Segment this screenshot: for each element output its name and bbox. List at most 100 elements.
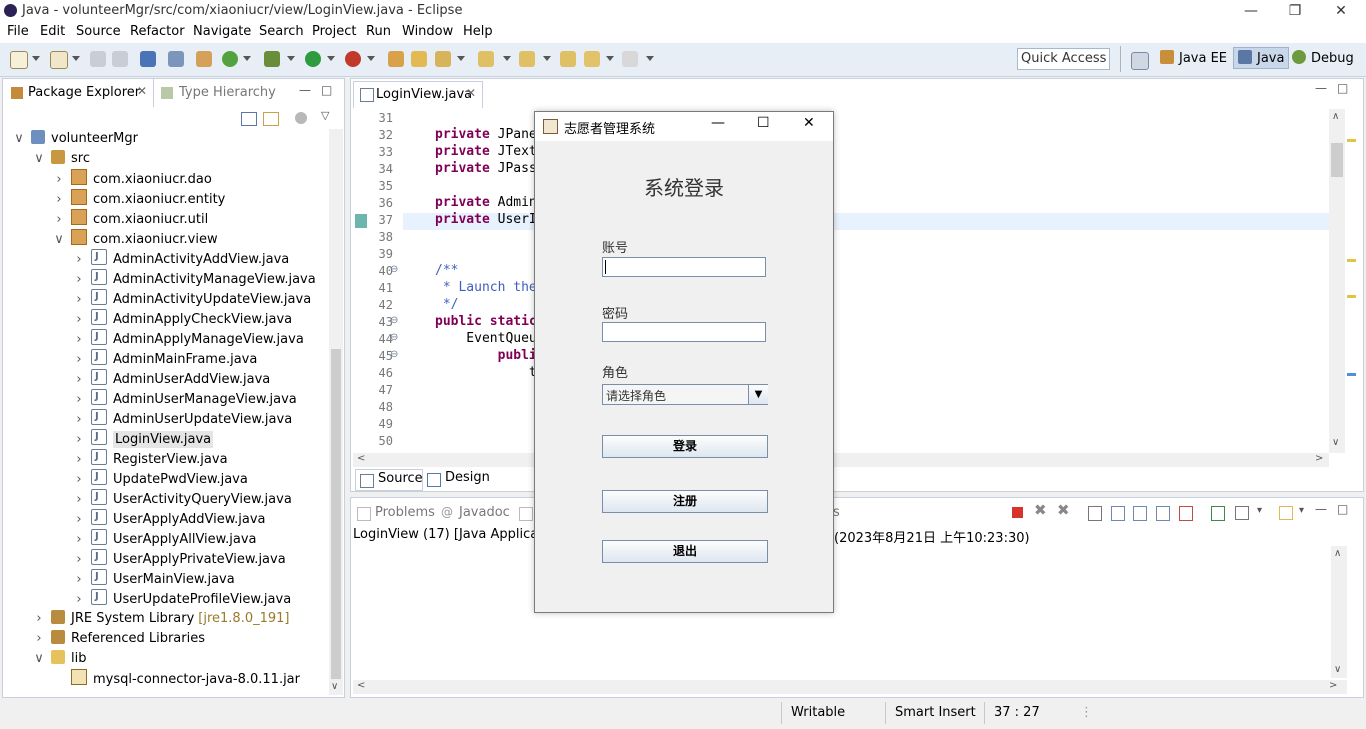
console-output[interactable]	[353, 546, 1329, 678]
editor-vscrollbar[interactable]: ∧ ∨	[1329, 109, 1345, 453]
chevron-right-icon[interactable]: ›	[73, 250, 85, 270]
editor-minimize-icon[interactable]: —	[1315, 81, 1327, 95]
perspective-java-ee[interactable]: Java EE	[1160, 50, 1227, 66]
menu-file[interactable]: File	[7, 24, 29, 39]
menu-refactor[interactable]: Refactor	[130, 24, 185, 39]
perspective-debug[interactable]: Debug	[1292, 50, 1354, 66]
tree-item[interactable]: › JRE System Library [jre1.8.0_191]	[33, 609, 289, 629]
menu-window[interactable]: Window	[402, 24, 453, 39]
scroll-left-icon[interactable]: <	[357, 453, 365, 464]
chevron-down-icon[interactable]: ∨	[53, 230, 65, 250]
tree-item[interactable]: › AdminActivityAddView.java	[73, 247, 289, 270]
tree-item[interactable]: › UserActivityQueryView.java	[73, 487, 291, 509]
tree-item[interactable]: › AdminActivityManageView.java	[73, 267, 315, 289]
scroll-right-icon[interactable]: >	[1329, 680, 1337, 691]
console-tab-fragment[interactable]: s	[833, 505, 840, 520]
close-tab-icon[interactable]: ✕	[137, 84, 147, 98]
show-on-error-icon[interactable]	[1179, 506, 1193, 521]
scroll-up-icon[interactable]: ∧	[1334, 548, 1341, 559]
tree-item[interactable]: › LoginView.java	[73, 427, 214, 450]
open-console-dropdown-icon[interactable]: ▾	[1299, 505, 1304, 516]
tree-item[interactable]: › com.xiaoniucr.entity	[53, 189, 225, 209]
view-menu-icon[interactable]: ▽	[321, 109, 329, 122]
scroll-down-icon[interactable]: ∨	[1332, 437, 1339, 448]
chevron-right-icon[interactable]: ›	[73, 590, 85, 610]
display-console-icon[interactable]	[1235, 506, 1249, 520]
scroll-right-icon[interactable]: >	[1315, 453, 1323, 464]
chevron-right-icon[interactable]: ›	[33, 609, 45, 629]
open-type-icon[interactable]	[388, 51, 404, 67]
tree-item[interactable]: › UserApplyAllView.java	[73, 527, 256, 549]
editor-hscrollbar[interactable]: < >	[353, 453, 1329, 467]
save-all-icon[interactable]	[112, 51, 128, 67]
perspective-java[interactable]: Java	[1233, 47, 1290, 69]
chevron-down-icon[interactable]: ∨	[33, 649, 45, 669]
display-dropdown-icon[interactable]: ▾	[1257, 505, 1262, 516]
chevron-right-icon[interactable]: ›	[53, 190, 65, 210]
tree-item[interactable]: › AdminApplyManageView.java	[73, 327, 303, 350]
tree-item[interactable]: ∨ com.xiaoniucr.view	[53, 229, 218, 249]
fold-toggle-icon[interactable]: ⊖	[390, 315, 398, 326]
problems-tab[interactable]: Problems	[355, 504, 435, 524]
password-input[interactable]	[602, 322, 766, 342]
word-wrap-icon[interactable]	[1133, 506, 1147, 521]
menu-project[interactable]: Project	[312, 24, 356, 39]
exit-button[interactable]: 退出	[602, 540, 768, 563]
maximize-view-icon[interactable]: □	[321, 83, 332, 97]
declaration-icon[interactable]	[519, 507, 533, 521]
chevron-right-icon[interactable]: ›	[73, 570, 85, 590]
package-icon[interactable]	[196, 51, 212, 67]
type-hierarchy-tab[interactable]: Type Hierarchy	[155, 79, 285, 107]
editor-scrollbar-thumb[interactable]	[1331, 143, 1343, 177]
pin-console-icon[interactable]	[1211, 506, 1225, 521]
menu-help[interactable]: Help	[463, 24, 493, 39]
restore-button[interactable]: ❐	[1272, 0, 1318, 22]
back-icon[interactable]	[584, 51, 600, 67]
refresh-icon[interactable]	[222, 51, 238, 67]
run-external-icon[interactable]	[345, 51, 361, 67]
login-button[interactable]: 登录	[602, 435, 768, 458]
package-explorer-tab[interactable]: Package Explorer ✕	[3, 79, 154, 107]
new-icon[interactable]	[10, 51, 28, 69]
tree-item[interactable]: › com.xiaoniucr.util	[53, 209, 208, 229]
run-icon[interactable]	[305, 51, 321, 67]
tree-item[interactable]: › AdminUserAddView.java	[73, 367, 270, 390]
open-console-icon[interactable]	[1279, 506, 1293, 520]
chevron-right-icon[interactable]: ›	[73, 510, 85, 530]
save-icon[interactable]	[90, 51, 106, 67]
menu-search[interactable]: Search	[259, 24, 304, 39]
chevron-right-icon[interactable]: ›	[53, 170, 65, 190]
chevron-right-icon[interactable]: ›	[73, 330, 85, 350]
scroll-up-icon[interactable]: ∧	[1332, 111, 1339, 122]
tree-item[interactable]: › AdminActivityUpdateView.java	[73, 287, 311, 309]
debug-icon[interactable]	[264, 51, 280, 67]
editor-tab-loginview[interactable]: LoginView.java ✕	[353, 81, 483, 108]
chevron-right-icon[interactable]: ›	[73, 410, 85, 430]
open-folder-icon[interactable]	[411, 51, 427, 67]
chevron-right-icon[interactable]: ›	[73, 550, 85, 570]
register-button[interactable]: 注册	[602, 490, 768, 513]
editor-maximize-icon[interactable]: □	[1337, 81, 1348, 95]
chevron-right-icon[interactable]: ›	[73, 370, 85, 390]
forward-icon[interactable]	[622, 51, 638, 67]
scroll-left-icon[interactable]: <	[357, 680, 365, 691]
chevron-down-icon[interactable]: ∨	[33, 149, 45, 169]
scroll-down-icon[interactable]: ∨	[331, 681, 338, 692]
new-project-icon[interactable]	[50, 51, 68, 69]
scroll-lock-icon[interactable]	[1111, 506, 1125, 521]
tree-item[interactable]: › RegisterView.java	[73, 447, 227, 470]
dialog-maximize-button[interactable]: ☐	[757, 115, 770, 131]
tree-item[interactable]: mysql-connector-java-8.0.11.jar	[53, 669, 300, 689]
chevron-right-icon[interactable]: ›	[73, 390, 85, 410]
tree-item[interactable]: › UserMainView.java	[73, 567, 234, 590]
minimize-view-icon[interactable]: —	[299, 83, 311, 97]
terminate-icon[interactable]	[1012, 507, 1023, 518]
close-button[interactable]: ✕	[1318, 0, 1364, 22]
prev-annotation-icon[interactable]	[519, 51, 535, 67]
chevron-right-icon[interactable]: ›	[73, 430, 85, 450]
open-perspective-icon[interactable]	[1131, 52, 1149, 70]
tree-scrollbar-thumb[interactable]	[331, 349, 341, 679]
tree-item[interactable]: › UpdatePwdView.java	[73, 467, 247, 489]
tree-item[interactable]: › com.xiaoniucr.dao	[53, 169, 212, 189]
chevron-right-icon[interactable]: ›	[73, 450, 85, 470]
